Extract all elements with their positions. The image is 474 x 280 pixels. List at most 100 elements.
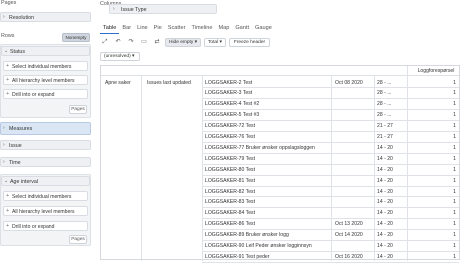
age-cell: 14 - 20 <box>377 243 393 249</box>
tab-timeline[interactable]: Timeline <box>189 24 216 34</box>
row-divider <box>202 218 459 220</box>
issue-cell[interactable]: LOGGSAKER-4 Test #2 <box>205 101 330 107</box>
status-pages-button[interactable]: Pages <box>69 105 87 114</box>
issue-cell[interactable]: LOGGSAKER-77 Bruker ønsker oppslagslogge… <box>205 145 330 151</box>
expand-icon[interactable]: ⤢ <box>100 38 110 47</box>
dimension-status[interactable]: ⌄ Status <box>1 46 90 56</box>
status-select-individual[interactable]: + Select individual members <box>3 61 88 71</box>
tab-table[interactable]: Table <box>100 24 120 34</box>
undo-icon[interactable]: ↶ <box>113 38 123 47</box>
dimension-measures[interactable]: › Measures <box>0 122 91 135</box>
value-cell: 1 <box>453 123 456 130</box>
column-divider <box>202 75 203 261</box>
tab-map[interactable]: Map <box>215 24 232 34</box>
age-cell: 14 - 20 <box>377 210 393 217</box>
age-cell: 14 - 20 <box>377 232 393 239</box>
dimension-issue-type[interactable]: › Issue Type <box>109 4 217 14</box>
total-select[interactable]: Total ▾ <box>204 38 226 47</box>
age-all-hierarchy[interactable]: + All hierarchy level members <box>3 206 88 216</box>
status-drill-into[interactable]: + Drill into or expand <box>3 89 88 99</box>
plus-icon: + <box>6 223 10 230</box>
status-label: Status <box>10 49 26 55</box>
left-panel: Pages › Resolution Rows Nonempty ⌄ Statu… <box>0 0 93 280</box>
value-cell: 1 <box>453 243 456 249</box>
comment-icon[interactable]: ▭ <box>139 38 149 47</box>
dimension-issue[interactable]: › Issue <box>0 140 91 150</box>
issue-cell[interactable]: LOGGSAKER-72 Test <box>205 123 330 129</box>
row-divider <box>202 152 459 154</box>
tab-gantt[interactable]: Gantt <box>232 24 252 34</box>
age-select-individual[interactable]: + Select individual members <box>3 191 88 201</box>
date-cell: Oct 16 2020 <box>335 253 363 260</box>
age-cell: 28 - ... <box>377 90 392 97</box>
plus-icon: + <box>6 63 10 70</box>
plus-icon: + <box>6 193 10 200</box>
issue-cell[interactable]: LOGGSAKER-76 Test <box>205 134 330 140</box>
issue-cell[interactable]: LOGGSAKER-3 Test <box>205 90 330 96</box>
plus-icon: + <box>6 208 10 215</box>
hide-empty-select[interactable]: Hide empty ▾ <box>165 38 202 47</box>
tab-line[interactable]: Line <box>134 24 151 34</box>
time-label: Time <box>9 160 21 166</box>
age-pages-button[interactable]: Pages <box>69 235 87 244</box>
issue-cell[interactable]: LOGGSAKER-90 Leif Peder ønsker logginnsy… <box>205 243 330 249</box>
measures-label: Measures <box>9 126 33 132</box>
tab-bar[interactable]: Bar <box>119 24 134 34</box>
tab-gauge[interactable]: Gauge <box>252 24 275 34</box>
freeze-header-button[interactable]: Freeze header <box>228 38 271 47</box>
resolution-filter-select[interactable]: (unresolved) ▾ <box>100 52 140 61</box>
issue-cell[interactable]: LOGGSAKER-80 Test <box>205 167 330 173</box>
column-header-loggforesporsel[interactable]: Loggforespørsel <box>413 68 459 74</box>
age-cell: 21 - 27 <box>377 134 393 140</box>
measure-member[interactable]: Issues last updated <box>147 80 191 86</box>
value-cell: 1 <box>453 134 456 140</box>
age-cell: 14 - 20 <box>377 199 393 206</box>
column-divider <box>374 75 375 261</box>
issue-cell[interactable]: LOGGSAKER-86 Test <box>205 221 330 227</box>
value-cell: 1 <box>453 90 456 97</box>
option-label: All hierarchy level members <box>12 78 75 84</box>
issue-cell[interactable]: LOGGSAKER-89 Bruker ønsker logg <box>205 232 330 238</box>
issue-cell[interactable]: LOGGSAKER-91 Test peder <box>205 254 330 260</box>
age-drill-into[interactable]: + Drill into or expand <box>3 221 88 231</box>
hide-empty-label: Hide empty <box>169 40 194 45</box>
option-label: Select individual members <box>12 64 72 70</box>
resolution-label: Resolution <box>9 15 35 21</box>
chevron-right-icon: › <box>113 6 115 12</box>
issue-cell[interactable]: LOGGSAKER-79 Test <box>205 156 330 162</box>
row-divider <box>202 87 459 89</box>
chevron-right-icon: › <box>3 142 5 148</box>
value-cell: 1 <box>453 188 456 195</box>
row-divider <box>202 120 459 122</box>
swap-axes-icon[interactable]: ⇄ <box>152 38 162 47</box>
toolbar: ⤢ ↶ ↷ ▭ ⇄ Hide empty ▾ Total ▾ Freeze he… <box>100 37 271 48</box>
issue-cell[interactable]: LOGGSAKER-2 Test <box>205 80 330 86</box>
issue-cell[interactable]: LOGGSAKER-81 Test <box>205 178 330 184</box>
age-interval-label: Age interval <box>10 179 38 185</box>
value-cell: 1 <box>453 232 456 239</box>
status-member[interactable]: Åpne saker <box>105 80 131 86</box>
row-divider <box>202 229 459 231</box>
issue-cell[interactable]: LOGGSAKER-5 Test #3 <box>205 112 330 118</box>
date-cell: Oct 08 2020 <box>335 79 363 86</box>
tab-pie[interactable]: Pie <box>151 24 165 34</box>
tab-scatter[interactable]: Scatter <box>165 24 189 34</box>
filter-value: (unresolved) <box>104 54 131 59</box>
issue-cell[interactable]: LOGGSAKER-82 Test <box>205 189 330 195</box>
issue-cell[interactable]: LOGGSAKER-84 Test <box>205 210 330 216</box>
age-cell: 14 - 20 <box>377 253 393 260</box>
dimension-age-interval[interactable]: ⌄ Age interval <box>1 176 90 186</box>
date-cell: Oct 13 2020 <box>335 221 363 228</box>
issue-cell[interactable]: LOGGSAKER-83 Test <box>205 199 330 205</box>
dimension-time[interactable]: › Time <box>0 157 91 167</box>
age-cell: 28 - ... <box>377 79 392 86</box>
chevron-down-icon: ⌄ <box>4 178 9 184</box>
option-label: Drill into or expand <box>12 224 55 230</box>
issue-label: Issue <box>9 143 22 149</box>
column-divider <box>331 75 332 261</box>
redo-icon[interactable]: ↷ <box>126 38 136 47</box>
status-all-hierarchy[interactable]: + All hierarchy level members <box>3 75 88 85</box>
nonempty-button[interactable]: Nonempty <box>62 33 90 42</box>
dimension-resolution[interactable]: › Resolution <box>0 12 91 22</box>
value-cell: 1 <box>453 112 456 119</box>
